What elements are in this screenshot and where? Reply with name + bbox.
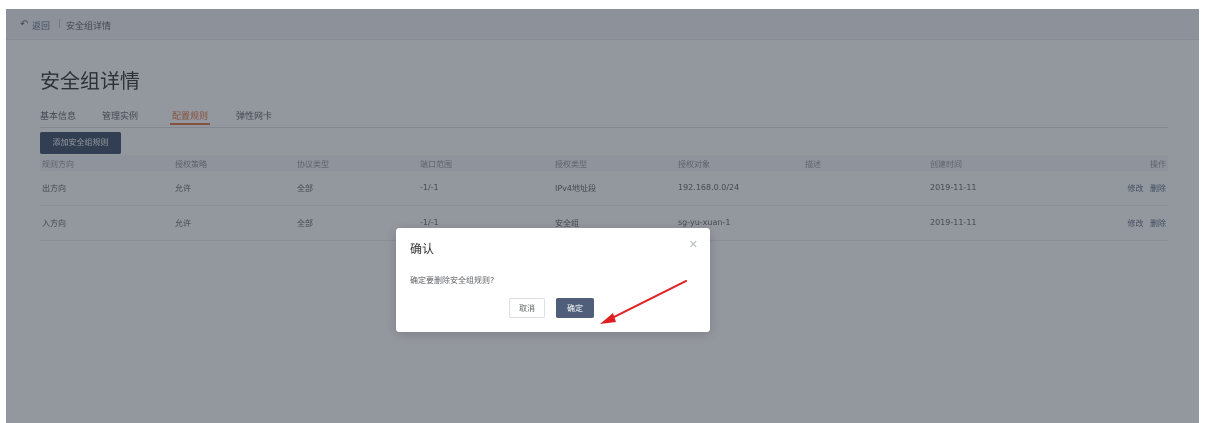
app-window: ↶ 返回 | 安全组详情 安全组详情 基本信息 管理实例 配置规则 弹性网卡 添…: [6, 9, 1199, 423]
cancel-button[interactable]: 取消: [509, 298, 545, 318]
dialog-title: 确认: [410, 242, 435, 256]
dialog-message: 确定要删除安全组规则?: [410, 276, 495, 285]
confirm-button[interactable]: 确定: [556, 298, 594, 318]
annotation-arrow-icon: [600, 280, 687, 324]
close-icon[interactable]: ✕: [689, 238, 698, 251]
modal-overlay[interactable]: [6, 9, 1199, 423]
